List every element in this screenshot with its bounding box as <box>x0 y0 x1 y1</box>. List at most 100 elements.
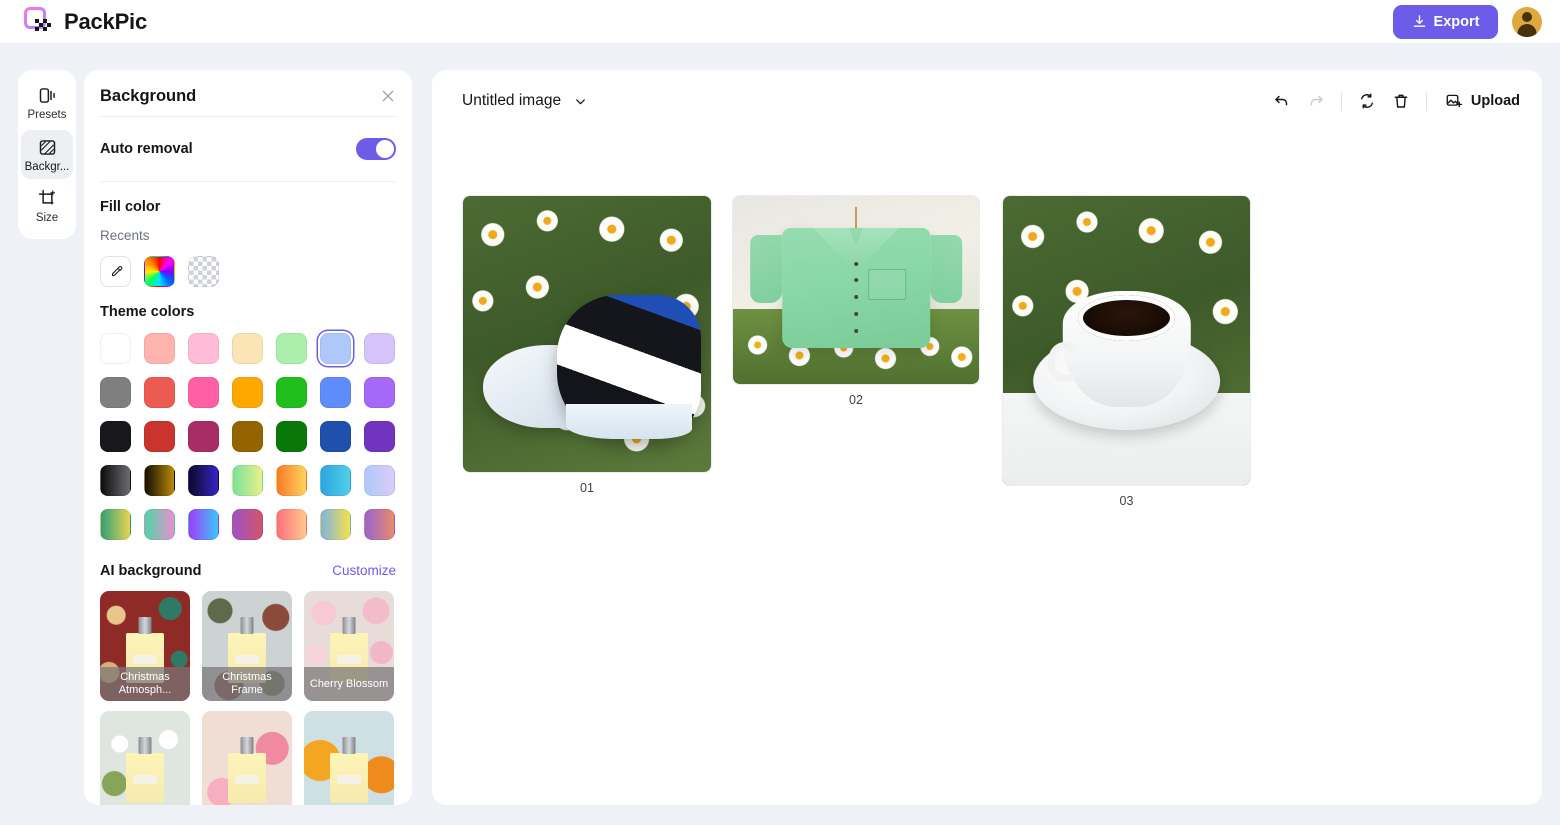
theme-color-swatch-3-0[interactable] <box>100 465 131 496</box>
theme-color-swatch-1-0[interactable] <box>100 377 131 408</box>
ai-background-card-label: Cherry Blossom <box>304 667 394 701</box>
canvas-tool-buttons: Upload <box>1273 92 1520 110</box>
theme-color-swatch-0-2[interactable] <box>188 333 219 364</box>
top-bar: PackPic Export <box>0 0 1560 44</box>
packpic-logo-icon <box>24 7 54 37</box>
recents-label: Recents <box>100 228 150 243</box>
theme-color-swatch-0-1[interactable] <box>144 333 175 364</box>
background-icon <box>37 137 58 158</box>
redo-button[interactable] <box>1307 92 1325 110</box>
theme-color-swatch-2-0[interactable] <box>100 421 131 452</box>
auto-removal-label: Auto removal <box>100 141 193 157</box>
brand: PackPic <box>24 7 147 37</box>
color-wheel-swatch[interactable] <box>144 256 175 287</box>
brand-name: PackPic <box>64 8 148 34</box>
theme-colors-row <box>100 377 396 408</box>
theme-color-swatch-4-1[interactable] <box>144 509 175 540</box>
rail-item-size[interactable]: Size <box>21 181 73 231</box>
avatar[interactable] <box>1512 6 1542 37</box>
delete-button[interactable] <box>1392 92 1410 110</box>
canvas-area: Untitled image Upload 01 02 03 <box>432 70 1542 805</box>
eyedropper-button[interactable] <box>100 256 131 287</box>
toolbar-divider <box>1340 92 1342 110</box>
undo-button[interactable] <box>1273 92 1291 110</box>
theme-colors-row <box>100 421 396 452</box>
panel-title: Background <box>100 86 197 105</box>
theme-color-swatch-4-3[interactable] <box>232 509 263 540</box>
theme-color-swatch-3-2[interactable] <box>188 465 219 496</box>
theme-color-swatch-0-6[interactable] <box>364 333 395 364</box>
theme-color-swatch-4-4[interactable] <box>276 509 307 540</box>
theme-color-swatch-1-4[interactable] <box>276 377 307 408</box>
theme-colors-grid <box>100 333 396 540</box>
image-thumbnail-03[interactable]: 03 <box>1002 195 1251 508</box>
image-caption: 03 <box>1119 494 1134 508</box>
theme-color-swatch-1-1[interactable] <box>144 377 175 408</box>
rail-item-size-label: Size <box>35 212 59 225</box>
background-panel: Background Auto removal Fill color Recen… <box>84 70 412 805</box>
theme-color-swatch-3-3[interactable] <box>232 465 263 496</box>
rail-item-background-label: Backgr... <box>24 160 70 173</box>
theme-color-swatch-2-2[interactable] <box>188 421 219 452</box>
document-title: Untitled image <box>462 92 562 109</box>
canvas-toolbar: Untitled image Upload <box>432 70 1542 132</box>
image-thumbnail-02[interactable]: 02 <box>732 195 980 407</box>
perfume-bottle-thumbnail <box>126 753 164 803</box>
theme-color-swatch-0-3[interactable] <box>232 333 263 364</box>
ai-background-grid: Christmas Atmosph... Christmas Frame Cherr… <box>100 591 396 805</box>
export-button-label: Export <box>1433 13 1480 30</box>
reset-button[interactable] <box>1358 92 1376 110</box>
theme-colors-title: Theme colors <box>100 304 195 320</box>
ai-background-card-label: Christmas Atmosph... <box>100 667 190 701</box>
theme-color-swatch-0-4[interactable] <box>276 333 307 364</box>
chevron-down-icon[interactable] <box>573 94 588 109</box>
ai-background-card-1[interactable]: Christmas Frame <box>202 591 292 701</box>
rail-item-presets-label: Presets <box>27 109 67 121</box>
theme-color-swatch-1-6[interactable] <box>364 377 395 408</box>
theme-color-swatch-1-2[interactable] <box>188 377 219 408</box>
theme-color-swatch-3-1[interactable] <box>144 465 175 496</box>
theme-color-swatch-2-6[interactable] <box>364 421 395 452</box>
theme-color-swatch-2-1[interactable] <box>144 421 175 452</box>
recents-swatches <box>100 256 396 287</box>
transparent-swatch[interactable] <box>188 256 219 287</box>
export-button[interactable]: Export <box>1393 4 1498 39</box>
customize-link[interactable]: Customize <box>332 563 396 578</box>
theme-color-swatch-0-0[interactable] <box>100 333 131 364</box>
rail-item-presets[interactable]: Presets <box>21 78 73 128</box>
theme-color-swatch-0-5[interactable] <box>320 333 351 364</box>
theme-color-swatch-4-6[interactable] <box>364 509 395 540</box>
ai-background-card-5[interactable] <box>304 711 394 805</box>
ai-background-header: AI background Customize <box>100 563 396 579</box>
theme-color-swatch-4-0[interactable] <box>100 509 131 540</box>
upload-button[interactable]: Upload <box>1445 92 1520 110</box>
auto-removal-toggle[interactable] <box>356 138 396 160</box>
ai-background-card-2[interactable]: Cherry Blossom <box>304 591 394 701</box>
theme-color-swatch-3-4[interactable] <box>276 465 307 496</box>
close-icon[interactable] <box>380 88 396 104</box>
ai-background-card-4[interactable] <box>202 711 292 805</box>
rail-item-background[interactable]: Backgr... <box>21 129 73 180</box>
theme-color-swatch-2-3[interactable] <box>232 421 263 452</box>
ai-background-card-0[interactable]: Christmas Atmosph... <box>100 591 190 701</box>
theme-color-swatch-3-5[interactable] <box>320 465 351 496</box>
theme-color-swatch-4-5[interactable] <box>320 509 351 540</box>
theme-colors-row <box>100 333 396 364</box>
theme-color-swatch-2-4[interactable] <box>276 421 307 452</box>
toolbar-divider <box>1425 92 1427 110</box>
perfume-bottle-thumbnail <box>228 753 266 803</box>
theme-color-swatch-2-5[interactable] <box>320 421 351 452</box>
eyedropper-icon <box>109 265 123 279</box>
ai-background-title: AI background <box>100 563 202 579</box>
presets-icon <box>37 85 58 106</box>
divider <box>100 181 396 182</box>
theme-color-swatch-1-3[interactable] <box>232 377 263 408</box>
theme-color-swatch-3-6[interactable] <box>364 465 395 496</box>
image-thumbnail-01[interactable]: 01 <box>462 195 712 495</box>
theme-color-swatch-1-5[interactable] <box>320 377 351 408</box>
add-image-icon <box>1445 92 1463 110</box>
theme-color-swatch-4-2[interactable] <box>188 509 219 540</box>
ai-background-card-3[interactable] <box>100 711 190 805</box>
fill-color-title: Fill color <box>100 199 161 215</box>
perfume-bottle-thumbnail <box>330 753 368 803</box>
